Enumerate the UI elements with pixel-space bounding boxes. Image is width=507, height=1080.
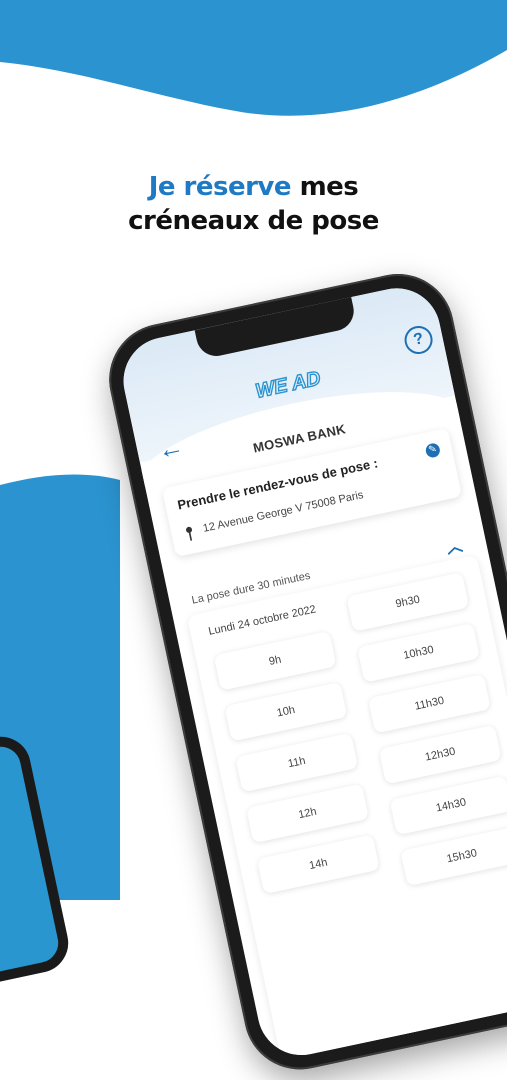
phone-screen: WE AD ? ← MOSWA BANK Prendre le rendez-v… bbox=[115, 280, 507, 1064]
slots-date: Lundi 24 octobre 2022 bbox=[207, 603, 318, 638]
chevron-up-icon[interactable]: ︿ bbox=[444, 532, 465, 559]
slots-card: Lundi 24 octobre 2022 9h 9h30 10h 10h30 … bbox=[186, 554, 507, 1064]
slot-button[interactable]: 15h30 bbox=[400, 826, 507, 887]
slot-button[interactable]: 14h30 bbox=[389, 775, 507, 836]
slot-button[interactable]: 12h bbox=[246, 783, 370, 844]
slot-button[interactable]: 11h bbox=[235, 732, 359, 793]
location-pin-icon bbox=[186, 526, 193, 541]
top-wave-decoration bbox=[0, 0, 507, 116]
edit-appointment-icon[interactable]: ✎ bbox=[424, 442, 442, 459]
slot-button[interactable]: 11h30 bbox=[367, 673, 491, 734]
slot-button[interactable]: 9h30 bbox=[346, 572, 470, 632]
slot-button[interactable]: 14h bbox=[256, 834, 380, 895]
slot-button[interactable]: 10h30 bbox=[357, 622, 481, 683]
headline-line1-rest: mes bbox=[291, 172, 359, 202]
slot-button[interactable]: 10h bbox=[224, 681, 348, 742]
headline-line2: créneaux de pose bbox=[128, 206, 379, 236]
headline-accent: Je réserve bbox=[148, 172, 292, 202]
slot-button[interactable]: 12h30 bbox=[378, 724, 502, 785]
headline: Je réserve mes créneaux de pose bbox=[0, 170, 507, 238]
slot-button[interactable]: 9h bbox=[213, 630, 337, 691]
